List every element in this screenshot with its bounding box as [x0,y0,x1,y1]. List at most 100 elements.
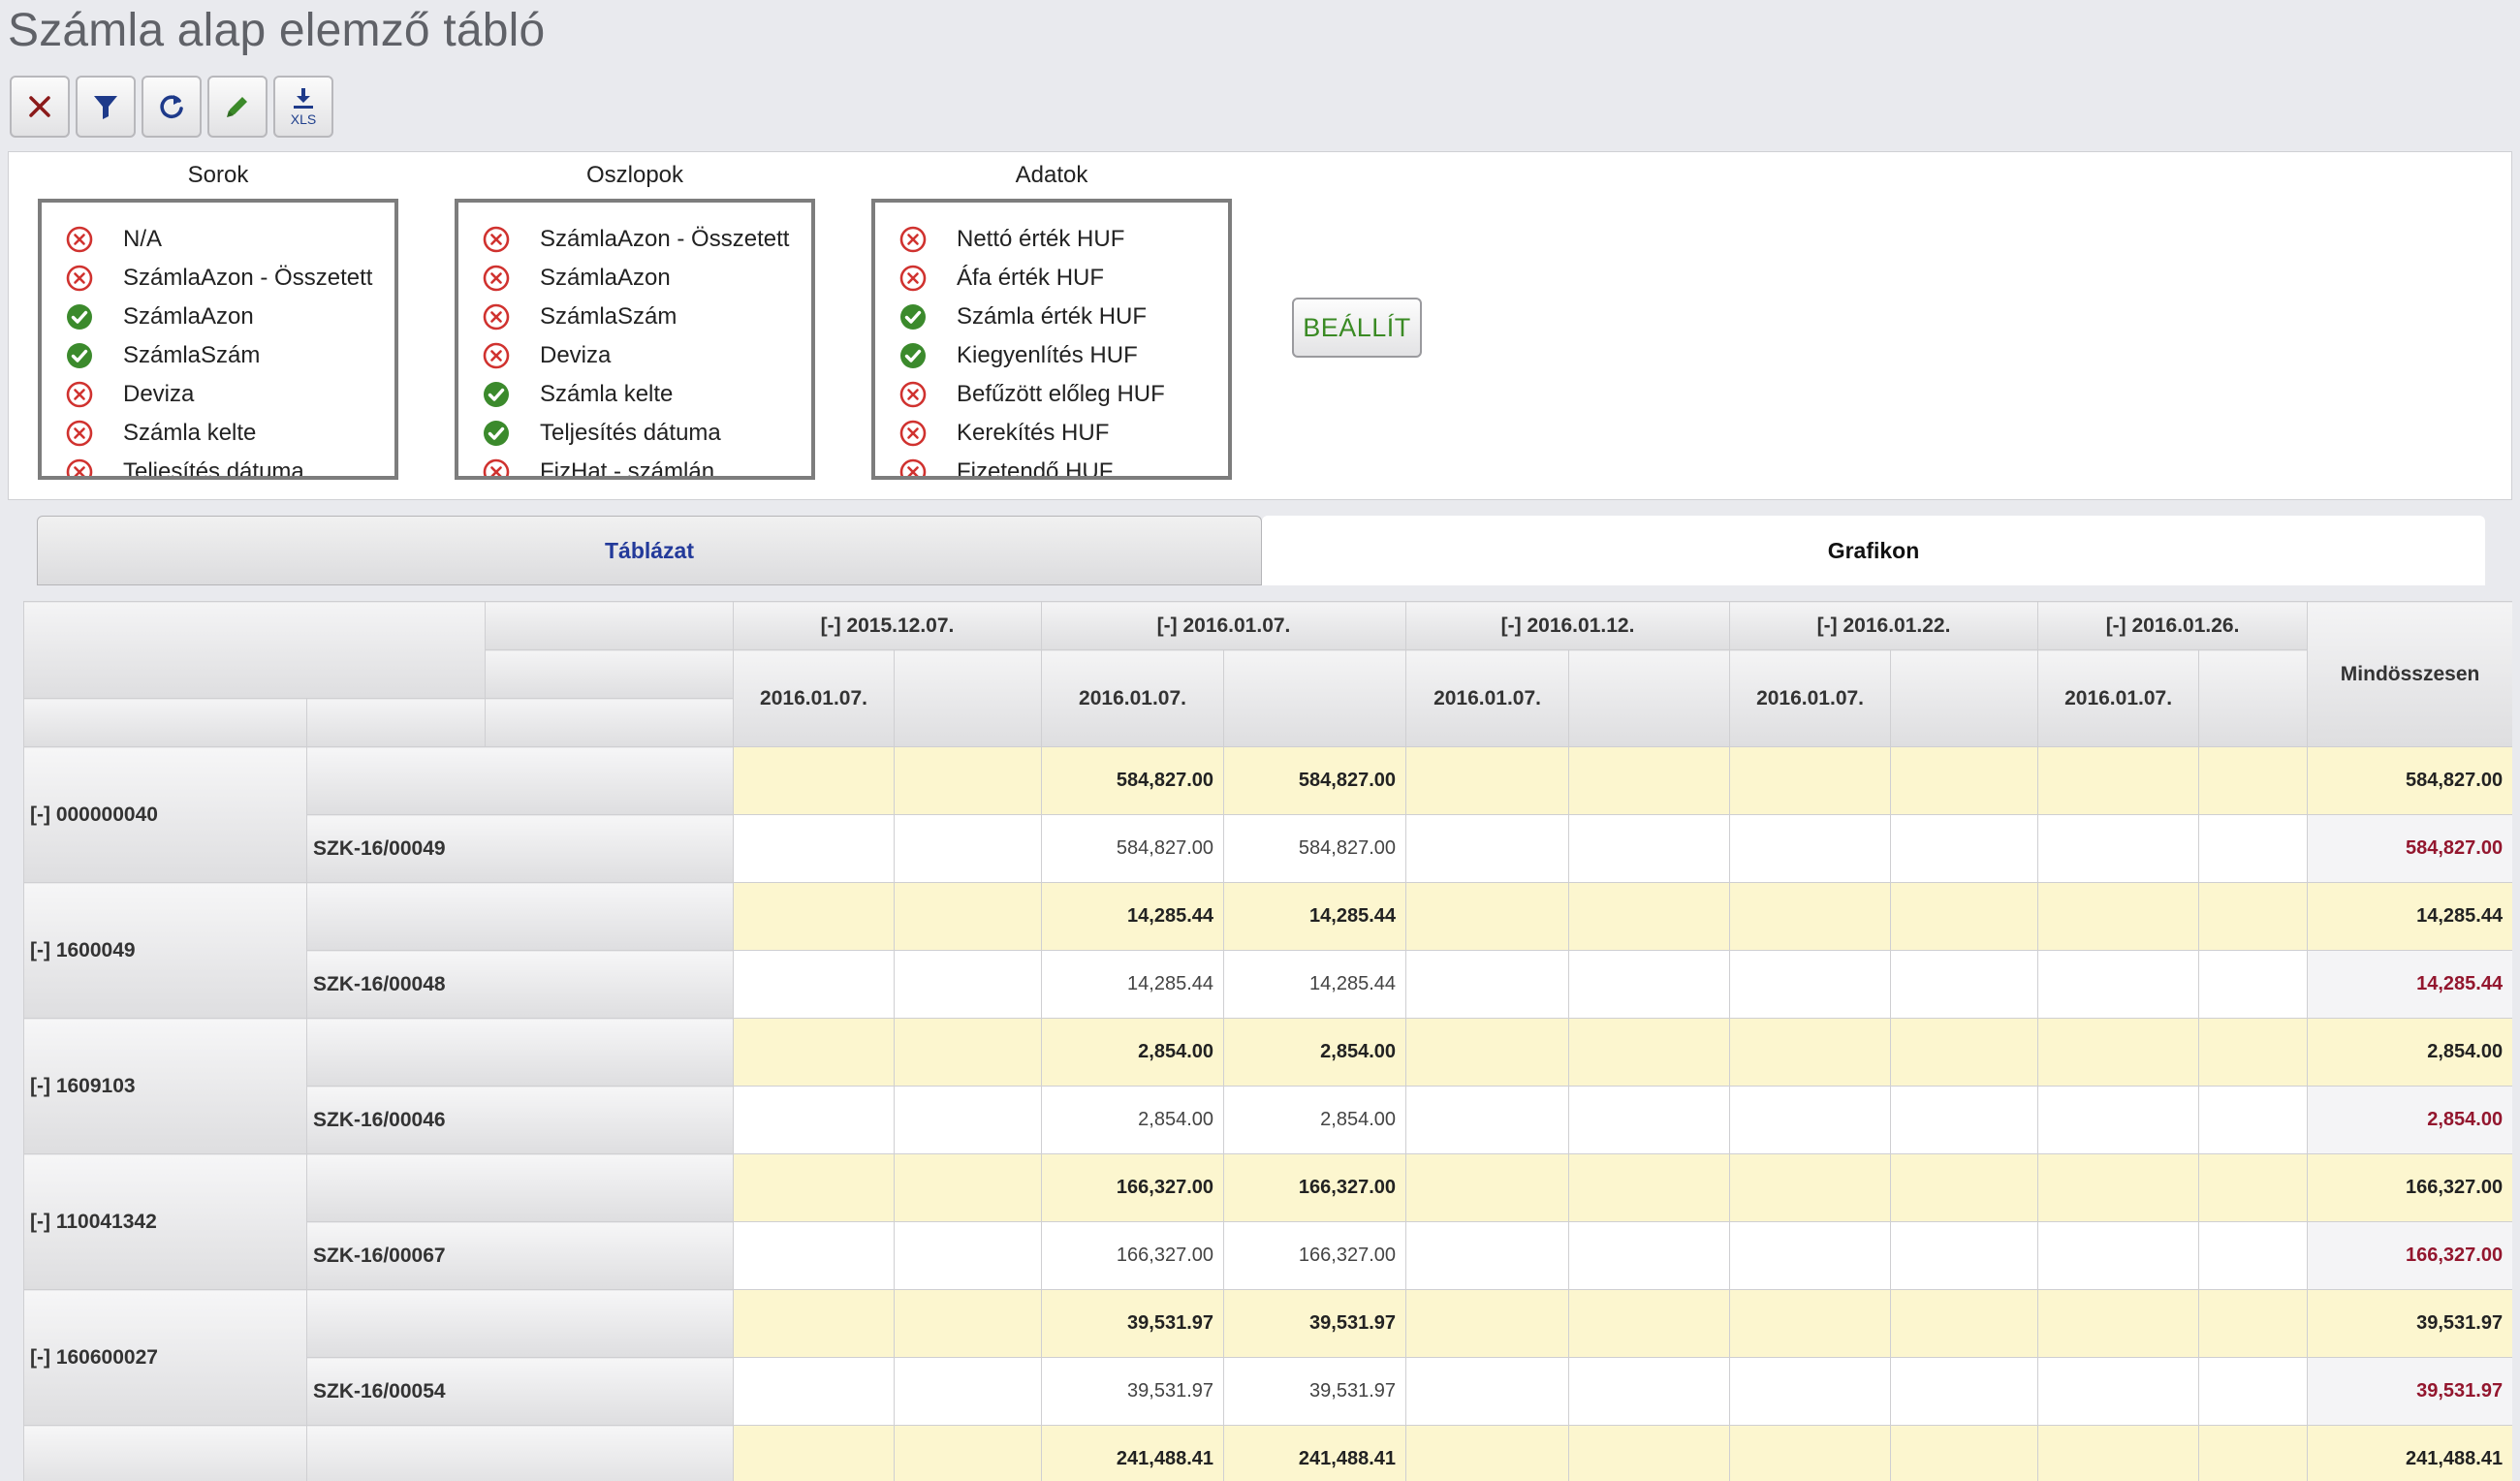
list-item-label: N/A [123,226,163,252]
empty-cell [1405,814,1570,883]
refresh-button[interactable] [142,76,202,138]
table-row: SZK-16/00048 14,285.44 14,285.44 14,285.44 [24,950,2512,1019]
columns-listbox[interactable]: SzámlaAzon - Összetett SzámlaAzon SzámlaSz… [455,199,815,480]
rows-listbox[interactable]: N/A SzámlaAzon - Összetett SzámlaAzon Száml… [38,199,398,480]
column-subheader-empty [2198,649,2309,747]
value-cell: 14,285.44 [1223,882,1407,951]
empty-cell [893,950,1043,1019]
adatok-list-item[interactable]: Kiegyenlítés HUF [875,336,1228,375]
list-item-label: Fizetendő HUF [957,458,1114,480]
tab-table[interactable]: Táblázat [37,516,1262,585]
remove-circle-icon [66,458,93,476]
column-group-header[interactable]: [-] 2016.01.12. [1405,601,1731,650]
value-cell: 584,827.00 [1041,814,1225,883]
value-cell: 39,531.97 [1223,1357,1407,1426]
view-tabs: Táblázat Grafikon [37,516,2485,585]
table-row: SZK-16/00049 584,827.00 584,827.00 584,827.… [24,814,2512,883]
grand-total-cell: 2,854.00 [2307,1018,2512,1087]
list-item-label: SzámlaAzon - Összetett [540,226,790,252]
tab-chart[interactable]: Grafikon [1262,516,2485,585]
adatok-list-item[interactable]: Kerekítés HUF [875,414,1228,453]
empty-cell [2037,1018,2200,1087]
row-group-header[interactable]: [-] 1600049 [23,882,307,1019]
list-item-label: SzámlaSzám [540,303,677,330]
list-item-label: Számla érték HUF [957,303,1148,330]
column-subheader-empty [893,649,1043,747]
subtotal-label [306,1018,734,1087]
list-item-label: Deviza [540,342,612,368]
empty-cell [2198,1153,2309,1222]
sorok-list-item[interactable]: Számla kelte [42,414,394,453]
edit-button[interactable] [207,76,268,138]
empty-cell [1729,1289,1892,1358]
column-group-header[interactable]: [-] 2016.01.07. [1041,601,1407,650]
adatok-list-item[interactable]: Számla érték HUF [875,298,1228,336]
sorok-list-item[interactable]: SzámlaAzon [42,298,394,336]
row-group-header[interactable]: [-] 1609103 [23,1018,307,1154]
empty-cell [733,950,895,1019]
value-cell: 2,854.00 [1041,1018,1225,1087]
sorok-list-item[interactable]: SzámlaSzám [42,336,394,375]
subtotal-label [306,1289,734,1358]
subtotal-row: [-] 160600027 39,531.97 39,531.97 39,531.97 [23,1289,2512,1426]
value-cell: 39,531.97 [1041,1289,1225,1358]
empty-cell [2037,1357,2200,1426]
empty-cell [1568,1153,1731,1222]
empty-cell [733,882,895,951]
oszlopok-list-item[interactable]: Deviza [458,336,811,375]
empty-cell [733,1425,895,1481]
adatok-list-item[interactable]: Áfa érték HUF [875,259,1228,298]
empty-cell [893,1153,1043,1222]
oszlopok-list-item[interactable]: Számla kelte [458,375,811,414]
table-row: SZK-16/00067 166,327.00 166,327.00 166,327.… [24,1221,2512,1290]
export-xls-button[interactable]: XLS [273,76,333,138]
empty-cell [893,1425,1043,1481]
empty-cell [2037,882,2200,951]
row-group-header[interactable]: [-] 000000040 [23,746,307,883]
list-item-label: Deviza [123,381,195,407]
sorok-list-item[interactable]: Deviza [42,375,394,414]
close-button[interactable] [10,76,70,138]
list-item-label: SzámlaAzon - Összetett [123,265,373,291]
empty-cell [893,814,1043,883]
value-cell: 39,531.97 [1223,1289,1407,1358]
apply-settings-button[interactable]: BEÁLLÍT [1292,298,1422,358]
grand-total-cell: 39,531.97 [2307,1289,2512,1358]
empty-cell [2198,1425,2309,1481]
empty-cell [2037,1153,2200,1222]
subtotal-row: 241,488.41 241,488.41 241,488.41 [23,1425,2512,1481]
data-listbox[interactable]: Nettó érték HUF Áfa érték HUF Számla érték… [871,199,1232,480]
sorok-list-item[interactable]: SzámlaAzon - Összetett [42,259,394,298]
oszlopok-list-item[interactable]: SzámlaSzám [458,298,811,336]
remove-circle-icon [66,381,93,408]
oszlopok-list-item[interactable]: FizHat - számlán [458,453,811,476]
adatok-list-item[interactable]: Befűzött előleg HUF [875,375,1228,414]
column-group-header[interactable]: [-] 2015.12.07. [732,601,1043,650]
filter-button[interactable] [76,76,136,138]
remove-circle-icon [899,420,927,447]
empty-cell [1729,1018,1892,1087]
row-group-header[interactable]: [-] 160600027 [23,1289,307,1426]
grand-total-cell: 584,827.00 [2307,746,2512,815]
subtotal-row: [-] 110041342 166,327.00 166,327.00 166,327… [23,1153,2512,1290]
row-group-header[interactable]: [-] 110041342 [23,1153,307,1290]
column-subheader-date: 2016.01.07. [2037,649,2200,747]
empty-cell [1568,950,1731,1019]
empty-cell [733,746,895,815]
empty-cell [733,814,895,883]
refresh-icon [160,95,183,118]
adatok-list-item[interactable]: Nettó érték HUF [875,220,1228,259]
empty-cell [893,746,1043,815]
remove-circle-icon [899,381,927,408]
oszlopok-list-item[interactable]: SzámlaAzon [458,259,811,298]
empty-cell [1568,814,1731,883]
sorok-list-item[interactable]: N/A [42,220,394,259]
column-subheader-empty [1223,649,1407,747]
sorok-list-item[interactable]: Teljesítés dátuma [42,453,394,476]
column-group-header[interactable]: [-] 2016.01.22. [1729,601,2039,650]
adatok-list-item[interactable]: Fizetendő HUF [875,453,1228,480]
oszlopok-list-item[interactable]: SzámlaAzon - Összetett [458,220,811,259]
value-cell: 166,327.00 [1223,1153,1407,1222]
column-group-header[interactable]: [-] 2016.01.26. [2037,601,2309,650]
oszlopok-list-item[interactable]: Teljesítés dátuma [458,414,811,453]
